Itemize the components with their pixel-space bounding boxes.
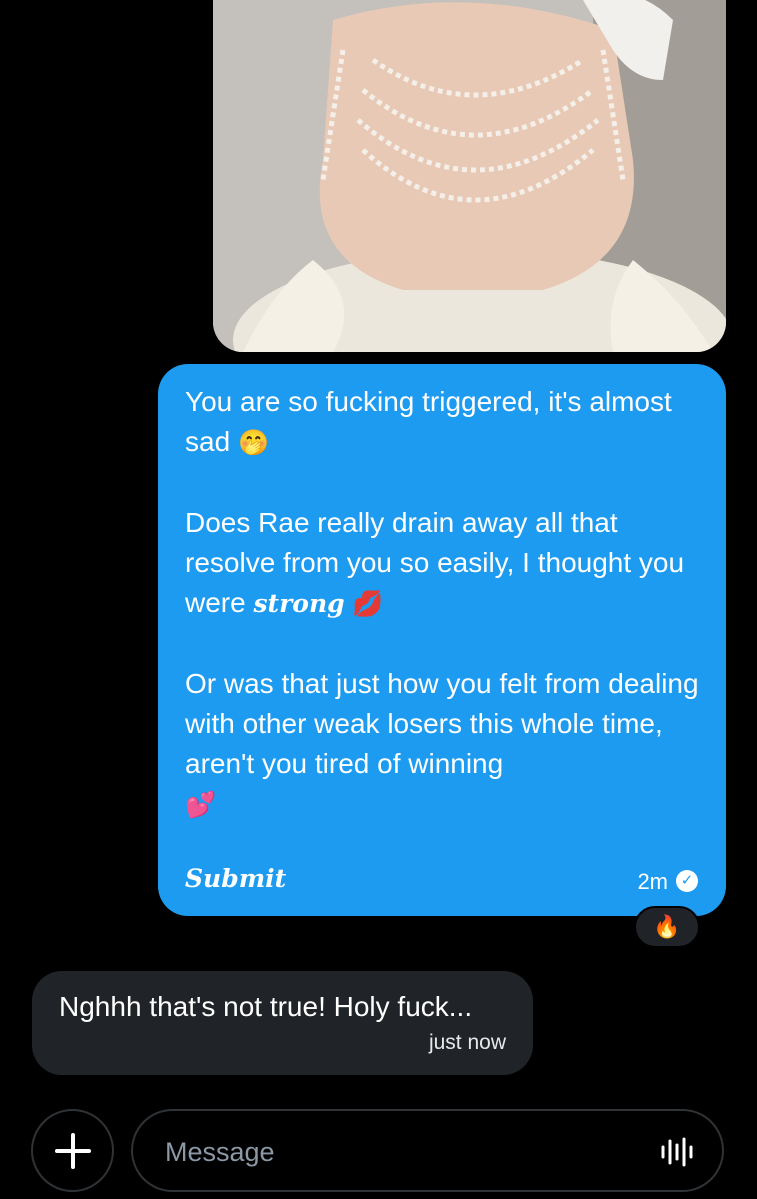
message-paragraph-2: Does Rae really drain away all that reso… [185, 507, 685, 618]
add-attachment-button[interactable] [31, 1109, 114, 1192]
outgoing-message-text: You are so fucking triggered, it's almos… [185, 382, 705, 825]
kiss-mark-emoji: 💋 [352, 590, 384, 618]
incoming-message-timestamp: just now [428, 1031, 506, 1054]
incoming-message-text: Nghhh that's not true! Holy fuck... [59, 991, 473, 1022]
hand-over-mouth-emoji: 🤭 [237, 429, 270, 457]
message-input[interactable] [163, 1129, 627, 1175]
incoming-message-bubble[interactable]: Nghhh that's not true! Holy fuck... just… [32, 971, 533, 1075]
two-hearts-emoji: 💕 [185, 791, 217, 819]
plus-icon [55, 1133, 91, 1169]
voice-wave-icon[interactable] [660, 1135, 694, 1169]
styled-word: 𝒔𝒕𝒓𝒐𝒏𝒈 [253, 589, 345, 618]
sent-check-icon: ✓ [676, 870, 698, 892]
message-timestamp: 2m [637, 869, 668, 894]
outgoing-message-bubble[interactable]: You are so fucking triggered, it's almos… [158, 364, 726, 916]
photo-illustration [213, 0, 726, 352]
attached-photo[interactable] [213, 0, 726, 352]
reaction-badge[interactable]: 🔥 [634, 906, 700, 948]
message-paragraph-3: Or was that just how you felt from deali… [185, 668, 699, 819]
message-signoff: 𝑺𝒖𝒃𝒎𝒊𝒕 [185, 864, 287, 893]
message-paragraph-1: You are so fucking triggered, it's almos… [185, 386, 672, 457]
message-composer[interactable] [131, 1109, 724, 1192]
